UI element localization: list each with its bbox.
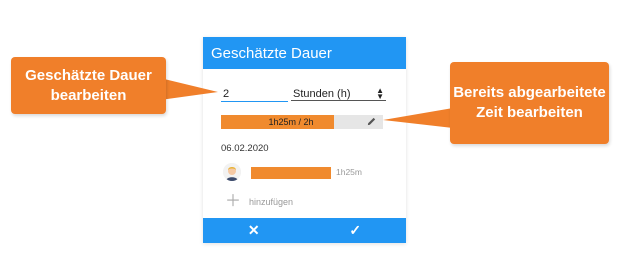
close-icon: ✕ bbox=[247, 222, 260, 238]
unit-select[interactable]: Stunden (h) ▲ ▼ bbox=[291, 85, 386, 101]
check-icon: ✓ bbox=[349, 222, 362, 238]
unit-selected-label: Stunden (h) bbox=[293, 87, 351, 100]
cancel-button[interactable]: ✕ bbox=[203, 218, 305, 243]
confirm-button[interactable]: ✓ bbox=[305, 218, 407, 243]
right-callout-pointer bbox=[383, 108, 453, 128]
avatar bbox=[223, 163, 241, 181]
left-callout-pointer bbox=[160, 78, 218, 100]
time-entry-bar[interactable] bbox=[251, 167, 331, 179]
plus-icon: ＋ bbox=[225, 193, 242, 210]
add-entry-label: hinzufügen bbox=[249, 197, 294, 207]
callout-edit-worked-time: Bereits abgearbeitete Zeit bearbeiten bbox=[450, 62, 609, 144]
user-avatar-icon bbox=[223, 163, 241, 181]
progress-label: 1h25m / 2h bbox=[268, 117, 314, 127]
callout-edit-estimate: Geschätzte Dauer bearbeiten bbox=[11, 57, 166, 114]
estimate-value-input[interactable] bbox=[221, 87, 288, 102]
entry-date: 06.02.2020 bbox=[221, 143, 269, 154]
add-entry-button[interactable]: ＋ hinzufügen bbox=[225, 193, 294, 210]
dialog-footer: ✕ ✓ bbox=[203, 218, 406, 243]
dialog-title: Geschätzte Dauer bbox=[203, 37, 406, 69]
time-entry-duration: 1h25m bbox=[336, 167, 362, 177]
select-arrows-icon: ▲ ▼ bbox=[376, 85, 384, 101]
worked-time-progress[interactable]: 1h25m / 2h bbox=[221, 115, 383, 129]
estimate-dialog: Geschätzte Dauer Stunden (h) ▲▼ 1h25m / … bbox=[203, 37, 406, 243]
estimate-row: Stunden (h) ▲▼ bbox=[221, 85, 386, 103]
pencil-icon[interactable] bbox=[366, 116, 377, 127]
